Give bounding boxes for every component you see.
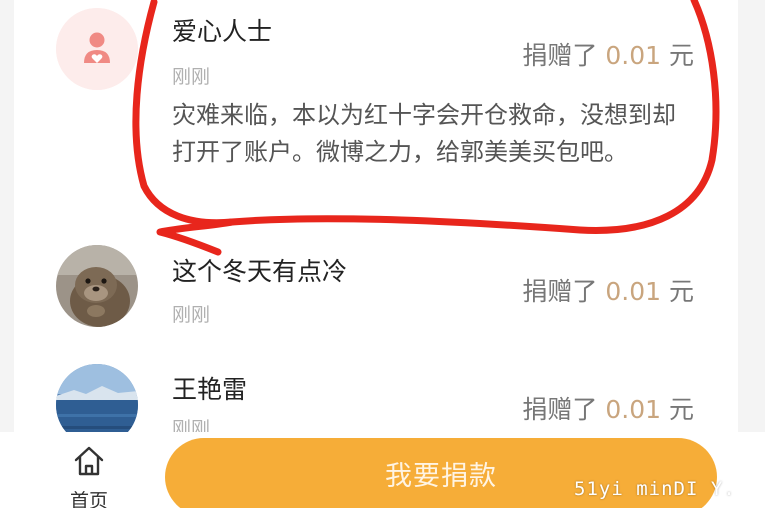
donation-amount: 捐赠了 0.01 元 (522, 36, 694, 72)
avatar (56, 8, 138, 90)
list-item: 爱心人士 刚刚 捐赠了 0.01 元 灾难来临，本以为红十字会开仓救命，没想到却… (14, 0, 738, 230)
donor-name: 王艳雷 (172, 375, 248, 404)
avatar (56, 364, 138, 432)
watermark: 51yi minDI Y. (574, 478, 736, 500)
donor-name: 这个冬天有点冷 (172, 257, 348, 286)
donation-time: 刚刚 (172, 418, 211, 432)
donation-amount: 捐赠了 0.01 元 (522, 390, 694, 426)
donated-label: 捐赠了 (522, 395, 598, 424)
amount-value: 0.01 (605, 277, 662, 306)
donor-name: 爱心人士 (172, 17, 273, 46)
donation-page: 爱心人士 刚刚 捐赠了 0.01 元 灾难来临，本以为红十字会开仓救命，没想到却… (0, 0, 765, 508)
currency-label: 元 (668, 277, 694, 306)
donated-label: 捐赠了 (522, 41, 598, 70)
donor-message: 灾难来临，本以为红十字会开仓救命，没想到却打开了账户。微博之力，给郭美美买包吧。 (172, 101, 676, 166)
donation-amount: 捐赠了 0.01 元 (522, 272, 694, 308)
donation-list: 爱心人士 刚刚 捐赠了 0.01 元 灾难来临，本以为红十字会开仓救命，没想到却… (14, 0, 738, 432)
donation-time: 刚刚 (172, 66, 211, 88)
otter-photo (56, 245, 138, 327)
currency-label: 元 (668, 41, 694, 70)
list-item: 这个冬天有点冷 刚刚 捐赠了 0.01 元 (14, 230, 738, 348)
donation-time: 刚刚 (172, 304, 211, 326)
avatar (56, 245, 138, 327)
nav-home-label: 首页 (69, 490, 108, 508)
nav-home[interactable]: 首页 (54, 440, 124, 508)
donated-label: 捐赠了 (522, 277, 598, 306)
home-icon (74, 446, 104, 476)
user-heart-icon (56, 8, 138, 90)
amount-value: 0.01 (605, 41, 662, 70)
list-item: 王艳雷 刚刚 捐赠了 0.01 元 (14, 348, 738, 432)
sea-landscape-photo (56, 364, 138, 432)
amount-value: 0.01 (605, 395, 662, 424)
currency-label: 元 (668, 395, 694, 424)
